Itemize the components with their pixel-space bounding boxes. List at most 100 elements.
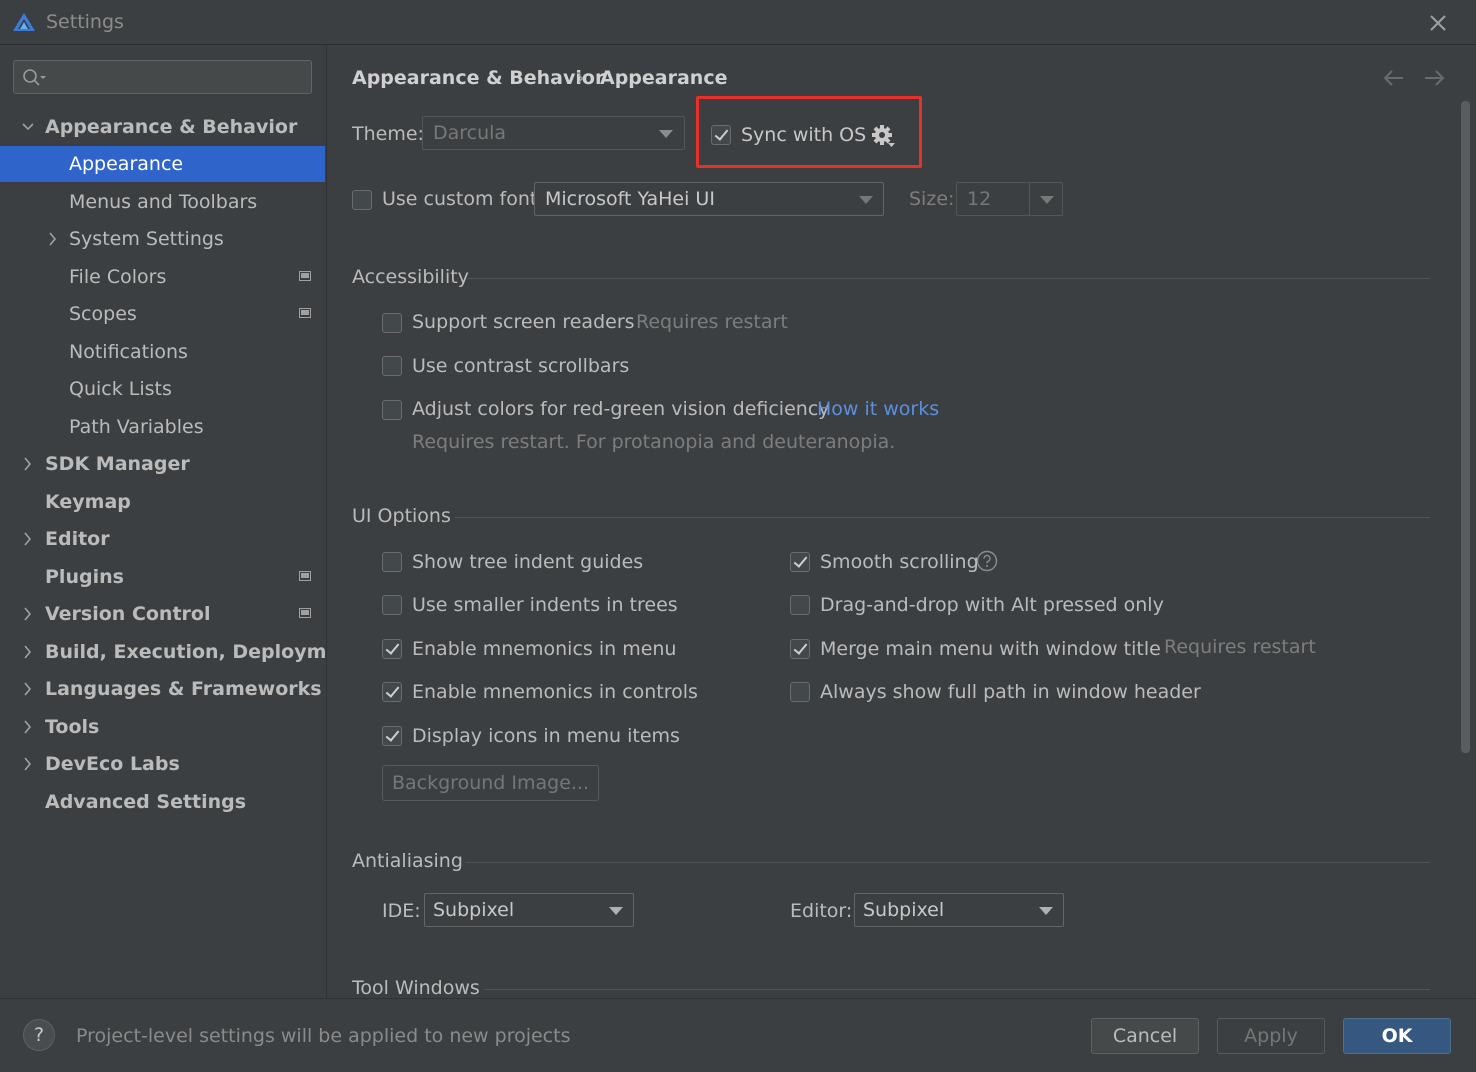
ui-option-left-label-3: Enable mnemonics in controls xyxy=(412,681,698,703)
sidebar-item-label: File Colors xyxy=(69,266,167,288)
custom-font-checkbox[interactable] xyxy=(352,190,372,210)
ui-option-right-checkbox-1[interactable] xyxy=(790,595,810,615)
close-icon[interactable] xyxy=(1426,11,1450,35)
content-scrollbar[interactable] xyxy=(1461,101,1470,753)
apply-button[interactable]: Apply xyxy=(1217,1018,1325,1054)
section-divider xyxy=(455,517,1430,518)
chevron-down-icon xyxy=(859,196,873,204)
chevron-down-icon xyxy=(1039,907,1053,915)
dialog-footer: ? Project-level settings will be applied… xyxy=(0,998,1476,1072)
contrast-scrollbars-label: Use contrast scrollbars xyxy=(412,355,630,377)
ui-option-right-checkbox-2[interactable] xyxy=(790,639,810,659)
sidebar-item-appearance[interactable]: Appearance xyxy=(0,146,325,182)
project-level-icon xyxy=(299,608,311,618)
antialiasing-heading: Antialiasing xyxy=(352,850,463,872)
font-value: Microsoft YaHei UI xyxy=(545,188,715,210)
ui-option-left-checkbox-1[interactable] xyxy=(382,595,402,615)
chevron-right-icon[interactable] xyxy=(21,596,35,632)
sidebar-item-label: SDK Manager xyxy=(45,453,190,475)
chevron-right-icon[interactable] xyxy=(21,746,35,782)
search-input[interactable] xyxy=(13,60,312,94)
chevron-down-icon xyxy=(1040,196,1054,204)
sidebar-item-quick-lists[interactable]: Quick Lists xyxy=(0,371,325,407)
sidebar-item-appearance-behavior[interactable]: Appearance & Behavior xyxy=(0,109,325,145)
ui-option-right-label-2: Merge main menu with window title xyxy=(820,638,1161,660)
sidebar-item-languages-frameworks[interactable]: Languages & Frameworks xyxy=(0,671,325,707)
chevron-right-icon[interactable] xyxy=(21,709,35,745)
ui-option-left-checkbox-2[interactable] xyxy=(382,639,402,659)
font-size-select[interactable]: 12 xyxy=(956,182,1063,216)
color-deficiency-checkbox[interactable] xyxy=(382,400,402,420)
sidebar-item-label: Appearance & Behavior xyxy=(45,116,298,138)
sidebar-item-version-control[interactable]: Version Control xyxy=(0,596,325,632)
chevron-right-icon[interactable] xyxy=(21,521,35,557)
project-level-icon xyxy=(299,308,311,318)
sidebar-item-label: Menus and Toolbars xyxy=(69,191,258,213)
cancel-button[interactable]: Cancel xyxy=(1091,1018,1199,1054)
sidebar-item-sdk-manager[interactable]: SDK Manager xyxy=(0,446,325,482)
font-size-label: Size: xyxy=(909,188,955,210)
sidebar-item-plugins[interactable]: Plugins xyxy=(0,559,325,595)
sidebar-item-label: Editor xyxy=(45,528,110,550)
screen-readers-checkbox[interactable] xyxy=(382,313,402,333)
sidebar-item-advanced-settings[interactable]: Advanced Settings xyxy=(0,784,325,820)
project-level-icon xyxy=(299,271,311,281)
chevron-right-icon[interactable] xyxy=(21,446,35,482)
settings-sidebar: Appearance & Behavior Appearance Menus and… xyxy=(0,45,362,998)
chevron-right-icon[interactable] xyxy=(21,671,35,707)
sidebar-item-label: Keymap xyxy=(45,491,131,513)
screen-readers-note: Requires restart xyxy=(636,311,788,333)
back-arrow-icon[interactable] xyxy=(1381,67,1407,89)
help-button[interactable]: ? xyxy=(23,1019,55,1051)
how-it-works-link[interactable]: How it works xyxy=(817,398,939,420)
help-icon[interactable] xyxy=(976,550,998,572)
ide-antialiasing-select[interactable]: Subpixel xyxy=(424,893,634,927)
sidebar-item-menus-and-toolbars[interactable]: Menus and Toolbars xyxy=(0,184,325,220)
sidebar-item-label: Notifications xyxy=(69,341,188,363)
sidebar-item-file-colors[interactable]: File Colors xyxy=(0,259,325,295)
forward-arrow-icon[interactable] xyxy=(1421,67,1447,89)
chevron-down-icon xyxy=(609,907,623,915)
ok-button[interactable]: OK xyxy=(1343,1018,1451,1054)
ide-antialiasing-label: IDE: xyxy=(382,900,421,922)
sidebar-item-editor[interactable]: Editor xyxy=(0,521,325,557)
ui-option-left-checkbox-0[interactable] xyxy=(382,552,402,572)
chevron-down-icon xyxy=(659,130,673,138)
sidebar-item-system-settings[interactable]: System Settings xyxy=(0,221,325,257)
chevron-right-icon[interactable] xyxy=(46,221,60,257)
breadcrumb-parent[interactable]: Appearance & Behavior xyxy=(352,67,604,89)
theme-label: Theme: xyxy=(352,123,424,145)
sidebar-item-deveco-labs[interactable]: DevEco Labs xyxy=(0,746,325,782)
breadcrumb-separator: › xyxy=(577,67,585,89)
ui-option-left-checkbox-4[interactable] xyxy=(382,726,402,746)
sidebar-item-notifications[interactable]: Notifications xyxy=(0,334,325,370)
chevron-right-icon[interactable] xyxy=(21,634,35,670)
ui-option-right-label-3: Always show full path in window header xyxy=(820,681,1201,703)
sidebar-item-label: Quick Lists xyxy=(69,378,172,400)
highlight-annotation xyxy=(696,96,922,168)
ui-option-right-checkbox-3[interactable] xyxy=(790,682,810,702)
ui-option-right-label-0: Smooth scrolling xyxy=(820,551,979,573)
ui-option-left-label-4: Display icons in menu items xyxy=(412,725,680,747)
sidebar-item-path-variables[interactable]: Path Variables xyxy=(0,409,325,445)
breadcrumb-current: Appearance xyxy=(600,67,728,89)
editor-antialiasing-value: Subpixel xyxy=(863,899,945,921)
background-image-button[interactable]: Background Image... xyxy=(382,765,599,801)
custom-font-label: Use custom font: xyxy=(382,188,544,210)
contrast-scrollbars-checkbox[interactable] xyxy=(382,356,402,376)
screen-readers-label: Support screen readers xyxy=(412,311,635,333)
font-select[interactable]: Microsoft YaHei UI xyxy=(534,182,884,216)
sidebar-item-label: System Settings xyxy=(69,228,224,250)
color-deficiency-note: Requires restart. For protanopia and deu… xyxy=(412,431,896,453)
sidebar-item-build-execution-deployment[interactable]: Build, Execution, Deployment xyxy=(0,634,362,670)
ui-option-left-checkbox-3[interactable] xyxy=(382,682,402,702)
chevron-down-icon[interactable] xyxy=(21,109,35,145)
settings-content: Appearance & Behavior › Appearance Theme… xyxy=(327,45,1476,999)
sidebar-item-keymap[interactable]: Keymap xyxy=(0,484,325,520)
theme-select[interactable]: Darcula xyxy=(422,116,685,150)
project-level-icon xyxy=(299,571,311,581)
sidebar-item-tools[interactable]: Tools xyxy=(0,709,325,745)
editor-antialiasing-select[interactable]: Subpixel xyxy=(854,893,1064,927)
ui-option-right-checkbox-0[interactable] xyxy=(790,552,810,572)
sidebar-item-scopes[interactable]: Scopes xyxy=(0,296,325,332)
